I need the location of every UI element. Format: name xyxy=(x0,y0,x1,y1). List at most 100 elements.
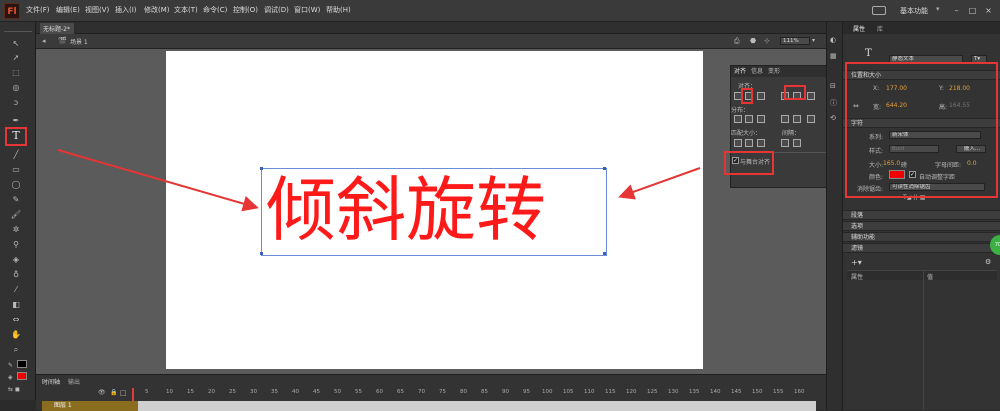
eraser-icon[interactable]: ◧ xyxy=(9,299,23,311)
pen-tool-icon[interactable]: ✒ xyxy=(9,115,23,127)
swap-colors-icon[interactable]: ⇆ ◼ xyxy=(8,386,26,394)
deco-tool-icon[interactable]: ✲ xyxy=(9,224,23,236)
fill-color-swatch[interactable] xyxy=(17,372,27,380)
text-tool-icon[interactable]: T xyxy=(9,130,23,142)
menu-view[interactable]: 视图(V) xyxy=(85,5,109,15)
distribute-left-icon[interactable] xyxy=(781,115,789,123)
frame-ruler[interactable]: 5 10 15 20 25 30 35 40 45 50 55 60 65 70… xyxy=(136,389,816,399)
tab-output[interactable]: 输出 xyxy=(68,377,80,386)
menu-edit[interactable]: 编辑(E) xyxy=(56,5,80,15)
zoom-select[interactable]: 111% xyxy=(780,37,810,45)
menu-debug[interactable]: 调试(D) xyxy=(264,5,289,15)
space-horizontal-icon[interactable] xyxy=(793,139,801,147)
document-tab[interactable]: 无标题-2* xyxy=(40,23,74,34)
add-filter-icon[interactable]: +▾ xyxy=(851,258,862,267)
frame-number: 80 xyxy=(460,389,467,395)
menu-text[interactable]: 文本(T) xyxy=(174,5,198,15)
lasso-tool-icon[interactable]: ↄ xyxy=(9,97,23,109)
workspace-switcher[interactable]: 基本功能 xyxy=(900,6,928,16)
outline-icon[interactable]: □ xyxy=(120,389,128,397)
rectangle-tool-icon[interactable]: ▭ xyxy=(9,164,23,176)
brush-tool-icon[interactable]: 🖌 xyxy=(9,209,23,221)
frame-number: 155 xyxy=(773,389,784,395)
zoom-dropdown-icon[interactable]: ▾ xyxy=(812,37,820,45)
center-stage-icon[interactable]: ⊹ xyxy=(764,37,773,45)
menu-control[interactable]: 控制(O) xyxy=(233,5,258,15)
tab-info[interactable]: 信息 xyxy=(751,66,763,77)
tab-timeline[interactable]: 时间轴 xyxy=(42,377,60,386)
color-panel-icon[interactable]: ◐ xyxy=(830,36,840,46)
menu-file[interactable]: 文件(F) xyxy=(26,5,50,15)
stage-text[interactable]: 倾斜旋转 xyxy=(266,163,546,258)
match-height-icon[interactable] xyxy=(745,139,753,147)
edit-scene-icon[interactable]: ⎙ xyxy=(734,37,743,45)
menu-help[interactable]: 帮助(H) xyxy=(326,5,351,15)
oval-tool-icon[interactable]: ◯ xyxy=(9,179,23,191)
menu-window[interactable]: 窗口(W) xyxy=(294,5,320,15)
subselection-tool-icon[interactable]: ➚ xyxy=(9,52,23,64)
match-width-icon[interactable] xyxy=(734,139,742,147)
swatches-panel-icon[interactable]: ▦ xyxy=(830,52,840,62)
distribute-hcenter-icon[interactable] xyxy=(793,115,801,123)
selection-handle[interactable] xyxy=(260,167,263,170)
frame-number: 25 xyxy=(229,389,236,395)
pencil-tool-icon[interactable]: ✎ xyxy=(9,194,23,206)
selection-handle[interactable] xyxy=(603,252,606,255)
3d-rotation-tool-icon[interactable]: ◎ xyxy=(9,82,23,94)
eyedropper-icon[interactable]: ⁄ xyxy=(9,284,23,296)
sync-settings-icon[interactable] xyxy=(872,6,886,15)
frame-number: 5 xyxy=(145,389,149,395)
paint-bucket-icon[interactable]: ◈ xyxy=(9,254,23,266)
accessibility-header[interactable]: 辅助功能 xyxy=(843,232,1000,242)
text-field[interactable]: 倾斜旋转 xyxy=(260,167,607,256)
frame-number: 85 xyxy=(481,389,488,395)
back-arrow-icon[interactable]: ◂ xyxy=(42,37,50,45)
align-panel-icon[interactable]: ⊟ xyxy=(830,82,840,92)
menu-commands[interactable]: 命令(C) xyxy=(203,5,227,15)
space-vertical-icon[interactable] xyxy=(781,139,789,147)
distribute-vcenter-icon[interactable] xyxy=(745,115,753,123)
distribute-right-icon[interactable] xyxy=(807,115,815,123)
ink-bottle-icon[interactable]: ♁ xyxy=(9,269,23,281)
tab-align[interactable]: 对齐 xyxy=(734,66,746,77)
hand-tool-icon[interactable]: ✋ xyxy=(9,329,23,341)
minimize-icon[interactable]: – xyxy=(950,5,963,16)
info-panel-icon[interactable]: ⓘ xyxy=(830,98,840,108)
match-both-icon[interactable] xyxy=(757,139,765,147)
transform-panel-icon[interactable]: ⟲ xyxy=(830,114,840,124)
lock-icon[interactable]: 🔒 xyxy=(110,389,118,397)
align-right-icon[interactable] xyxy=(757,92,765,100)
distribute-bottom-icon[interactable] xyxy=(757,115,765,123)
gear-icon[interactable]: ⚙ xyxy=(985,258,991,266)
stroke-color-swatch[interactable] xyxy=(17,360,27,368)
show-hide-icon[interactable]: 👁 xyxy=(98,389,106,397)
highlight-properties xyxy=(845,62,998,198)
filters-header[interactable]: 滤镜 xyxy=(843,243,1000,253)
edit-symbols-icon[interactable]: ⬣ xyxy=(750,37,759,45)
menu-insert[interactable]: 插入(I) xyxy=(115,5,137,15)
zoom-tool-icon[interactable]: ⌕ xyxy=(9,344,23,356)
width-tool-icon[interactable]: ⇔ xyxy=(9,314,23,326)
options-header[interactable]: 选项 xyxy=(843,221,1000,231)
maximize-icon[interactable]: □ xyxy=(966,5,979,16)
menu-modify[interactable]: 修改(M) xyxy=(144,5,170,15)
frame-number: 125 xyxy=(647,389,658,395)
align-bottom-icon[interactable] xyxy=(807,92,815,100)
bone-tool-icon[interactable]: ⚲ xyxy=(9,239,23,251)
distribute-top-icon[interactable] xyxy=(734,115,742,123)
free-transform-tool-icon[interactable]: ⬚ xyxy=(9,67,23,79)
chevron-down-icon[interactable]: ▾ xyxy=(936,5,944,16)
tab-properties[interactable]: 属性 xyxy=(853,24,865,33)
close-icon[interactable]: × xyxy=(982,5,995,16)
selection-tool-icon[interactable]: ↖ xyxy=(9,38,23,50)
frame-number: 100 xyxy=(542,389,553,395)
column-divider xyxy=(923,270,924,410)
line-tool-icon[interactable]: ╱ xyxy=(9,149,23,161)
paragraph-header[interactable]: 段落 xyxy=(843,210,1000,220)
tab-library[interactable]: 库 xyxy=(877,24,883,33)
selection-handle[interactable] xyxy=(603,167,606,170)
tab-transform[interactable]: 变形 xyxy=(768,66,780,77)
frame-number: 55 xyxy=(355,389,362,395)
stage[interactable]: 倾斜旋转 xyxy=(166,51,703,369)
selection-handle[interactable] xyxy=(260,252,263,255)
